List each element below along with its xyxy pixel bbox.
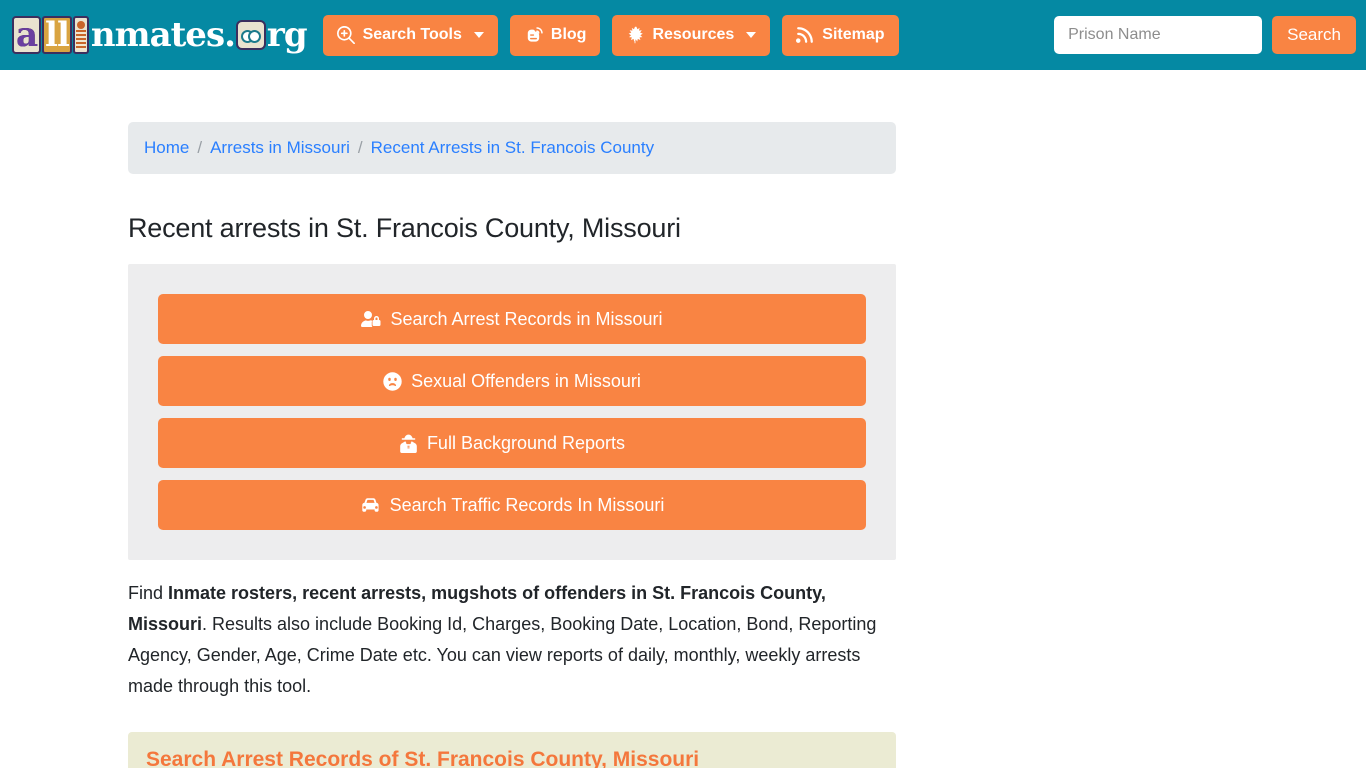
site-logo[interactable]: a ll nmates. rg (12, 12, 308, 58)
logo-letters-nmates: nmates. (90, 15, 236, 55)
nav-resources-label: Resources (652, 26, 735, 43)
logo-letters-ll: ll (42, 16, 72, 54)
user-lock-icon (361, 309, 381, 329)
car-icon (360, 495, 381, 516)
nav-sitemap-label: Sitemap (822, 26, 885, 43)
intro-paragraph: Find Inmate rosters, recent arrests, mug… (128, 578, 896, 702)
logo-letter-a: a (12, 16, 42, 54)
frowning-face-icon (383, 372, 402, 391)
chevron-down-icon (473, 32, 484, 38)
page-title: Recent arrests in St. Francois County, M… (128, 213, 681, 243)
intro-lead: Find (128, 583, 169, 604)
search-arrest-records-label: Search Arrest Records in Missouri (390, 308, 663, 329)
nav-resources-button[interactable]: Resources (612, 14, 771, 56)
chevron-down-icon (746, 32, 757, 38)
search-plus-icon (336, 26, 355, 44)
header-search-form: Search (1054, 16, 1356, 54)
breadcrumb-item-arrests-in-missouri[interactable]: Arrests in Missouri (210, 138, 350, 158)
breadcrumb-item-home[interactable]: Home (144, 138, 189, 158)
logo-letters-rg: rg (266, 15, 308, 55)
user-secret-icon (399, 434, 418, 453)
nav-blog-button[interactable]: Blog (509, 14, 601, 56)
section-heading-search-arrest-records: Search Arrest Records of St. Francois Co… (128, 732, 896, 768)
sexual-offenders-label: Sexual Offenders in Missouri (411, 370, 641, 391)
full-background-reports-label: Full Background Reports (426, 432, 626, 453)
nav-blog-label: Blog (550, 26, 587, 43)
breadcrumb-separator: / (197, 138, 203, 157)
breadcrumb-item-recent-arrests[interactable]: Recent Arrests in St. Francois County (371, 138, 654, 158)
breadcrumb-separator: / (357, 138, 363, 157)
intro-rest: . Results also include Booking Id, Charg… (128, 614, 877, 697)
skull-face-icon (235, 20, 266, 50)
breadcrumb: Home / Arrests in Missouri / Recent Arre… (128, 122, 896, 174)
blogger-b-icon (524, 26, 543, 45)
search-arrest-records-button[interactable]: Search Arrest Records in Missouri (158, 294, 866, 345)
search-input[interactable] (1054, 16, 1263, 54)
search-traffic-records-button[interactable]: Search Traffic Records In Missouri (158, 480, 866, 531)
sexual-offenders-button[interactable]: Sexual Offenders in Missouri (158, 356, 866, 407)
rss-icon (796, 26, 814, 44)
site-header: a ll nmates. rg Search Tools Blog Resour… (0, 0, 1366, 70)
logo-wordmark: a ll nmates. rg (12, 15, 308, 55)
full-background-reports-button[interactable]: Full Background Reports (158, 418, 866, 469)
nav-search-tools-label: Search Tools (362, 26, 462, 43)
primary-nav: Search Tools Blog Resources Sitemap (322, 14, 899, 56)
nav-search-tools-button[interactable]: Search Tools (322, 14, 498, 56)
prisoner-icon (72, 16, 89, 54)
search-submit-button[interactable]: Search (1272, 16, 1356, 54)
main-content: Home / Arrests in Missouri / Recent Arre… (128, 70, 896, 768)
leaf-icon (626, 26, 644, 44)
nav-sitemap-button[interactable]: Sitemap (782, 14, 899, 56)
action-buttons-panel: Search Arrest Records in Missouri Sexual… (128, 264, 896, 561)
search-traffic-records-label: Search Traffic Records In Missouri (389, 494, 665, 515)
